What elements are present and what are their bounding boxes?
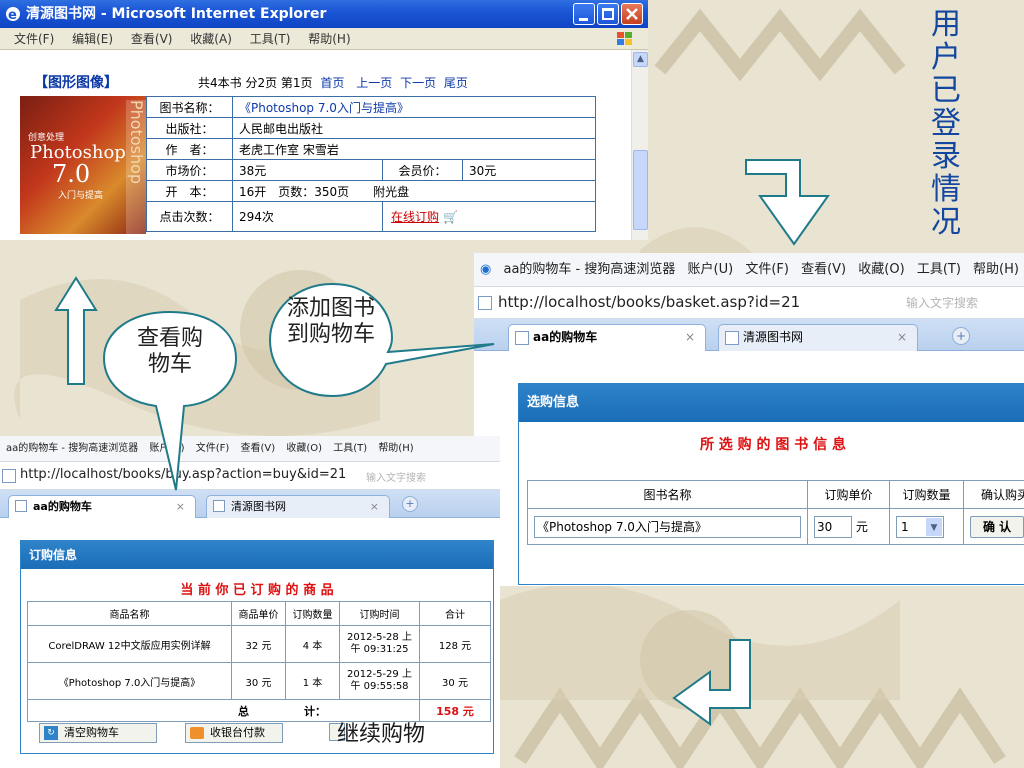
- tab-cart[interactable]: aa的购物车 ×: [508, 324, 706, 351]
- panel-title: 选购信息: [519, 384, 1024, 422]
- order-heading: 当 前 你 已 订 购 的 商 品: [180, 583, 334, 598]
- checkout-button[interactable]: 收银台付款: [185, 723, 283, 743]
- order-panel-title: 订购信息: [21, 541, 493, 569]
- ie-title-bar: e 清源图书网 - Microsoft Internet Explorer: [0, 0, 648, 28]
- tab-close-icon[interactable]: ×: [370, 496, 379, 517]
- quantity-select[interactable]: 1 ▼: [896, 515, 944, 538]
- windows-flag-icon: [617, 32, 632, 45]
- tab-bookstore[interactable]: 清源图书网 ×: [206, 495, 390, 518]
- buy-search-input[interactable]: 输入文字搜索: [366, 469, 426, 484]
- close-button[interactable]: [621, 3, 643, 25]
- callout-add-book: 添加图书到购物车: [286, 296, 375, 347]
- menu-tools[interactable]: 工具(T): [250, 32, 291, 46]
- menu-file[interactable]: 文件(F): [14, 32, 54, 46]
- table-row: 《Photoshop 7.0入门与提高》 30 元1 本 2012-5-29 上午 …: [27, 662, 491, 700]
- basket-address-bar: http://localhost/books/basket.asp?id=21 …: [474, 287, 1024, 319]
- callout-view-cart: 查看购物车: [136, 326, 203, 377]
- basket-menu-bar: ◉ aa的购物车 - 搜狗高速浏览器 账户(U) 文件(F) 查看(V) 收藏(…: [474, 253, 1024, 287]
- menu-view[interactable]: 查看(V): [131, 32, 173, 46]
- basket-window: ◉ aa的购物车 - 搜狗高速浏览器 账户(U) 文件(F) 查看(V) 收藏(…: [474, 253, 1024, 586]
- ie-logo-icon: e: [6, 7, 20, 23]
- pagination-info: 共4本书 分2页 第1页 首页 上一页 下一页 尾页: [198, 76, 468, 90]
- ie-scrollbar[interactable]: ▲: [631, 50, 648, 240]
- tab-close-icon[interactable]: ×: [897, 325, 907, 350]
- basket-table: 图书名称 订购单价 订购数量 确认购买 《Photoshop 7.0入门与提高》 30…: [527, 480, 1024, 545]
- tab-close-icon[interactable]: ×: [176, 496, 185, 517]
- close-icon: [626, 8, 638, 20]
- menu-favorites[interactable]: 收藏(A): [190, 32, 232, 46]
- checkout-icon: [190, 727, 204, 739]
- book-name: 《Photoshop 7.0入门与提高》: [232, 96, 596, 118]
- menu-edit[interactable]: 编辑(E): [72, 32, 113, 46]
- ie-title: 清源图书网 - Microsoft Internet Explorer: [26, 6, 327, 22]
- clear-cart-button[interactable]: ↻ 清空购物车: [39, 723, 157, 743]
- nav-prev[interactable]: 上一页: [356, 76, 392, 90]
- svg-text:e: e: [8, 8, 17, 23]
- scroll-thumb[interactable]: [633, 150, 648, 230]
- maximize-button[interactable]: [597, 3, 619, 25]
- menu-help[interactable]: 帮助(H): [308, 32, 350, 46]
- basket-heading: 所 选 购 的 图 书 信 息: [699, 437, 847, 453]
- basket-search-input[interactable]: 输入文字搜索: [906, 294, 978, 311]
- buy-menu-bar: aa的购物车 - 搜狗高速浏览器 账户(U) 文件(F) 查看(V) 收藏(O)…: [0, 436, 500, 462]
- order-online-link[interactable]: 在线订购: [391, 210, 439, 224]
- book-cover-image[interactable]: 创意处理 Photoshop 7.0 入门与提高 Photoshop: [20, 96, 146, 234]
- book-detail-table: 图书名称： 《Photoshop 7.0入门与提高》 出版社： 人民邮电出版社 作 …: [146, 96, 596, 232]
- basket-panel: 选购信息 所 选 购 的 图 书 信 息 图书名称 订购单价 订购数量 确认购买 《P…: [518, 383, 1024, 585]
- basket-tab-strip: aa的购物车 × 清源图书网 × +: [474, 319, 1024, 351]
- clear-cart-icon: ↻: [44, 726, 58, 740]
- confirm-button[interactable]: 确 认: [970, 515, 1024, 538]
- nav-last[interactable]: 尾页: [444, 76, 468, 90]
- price-field[interactable]: 30: [814, 515, 852, 538]
- order-table: 商品名称 商品单价 订购数量 订购时间 合计 CorelDRAW 12中文版应用实例详解…: [27, 601, 491, 722]
- book-name-field[interactable]: 《Photoshop 7.0入门与提高》: [534, 515, 801, 538]
- chevron-down-icon: ▼: [926, 517, 942, 536]
- up-arrow-icon: [54, 276, 98, 385]
- buy-tab-strip: aa的购物车 × 清源图书网 × +: [0, 490, 500, 518]
- basket-url-input[interactable]: http://localhost/books/basket.asp?id=21: [498, 293, 800, 311]
- nav-first[interactable]: 首页: [320, 76, 344, 90]
- nav-next[interactable]: 下一页: [400, 76, 436, 90]
- minimize-button[interactable]: [573, 3, 595, 25]
- tab-bookstore[interactable]: 清源图书网 ×: [718, 324, 918, 351]
- category-title: 【图形图像】: [34, 75, 118, 91]
- new-tab-button[interactable]: +: [952, 327, 970, 345]
- sogou-logo-icon: ◉: [480, 262, 492, 277]
- scroll-up-icon[interactable]: ▲: [633, 52, 648, 67]
- down-arrow-icon: [745, 159, 830, 246]
- tab-cart[interactable]: aa的购物车 ×: [8, 495, 196, 518]
- side-title: 用户已登录情况: [931, 7, 961, 240]
- new-tab-button[interactable]: +: [402, 496, 418, 512]
- tab-close-icon[interactable]: ×: [685, 325, 695, 350]
- order-total: 158 元: [419, 699, 491, 722]
- ie-window: e 清源图书网 - Microsoft Internet Explorer 文件…: [0, 0, 648, 240]
- cart-icon: 🛒: [443, 210, 458, 224]
- left-arrow-icon: [672, 639, 751, 726]
- buy-address-bar: http://localhost/books/buy.asp?action=bu…: [0, 462, 500, 490]
- continue-shopping-label: 继续购物: [337, 722, 426, 747]
- ie-menu-bar: 文件(F) 编辑(E) 查看(V) 收藏(A) 工具(T) 帮助(H): [0, 28, 648, 50]
- table-row: CorelDRAW 12中文版应用实例详解 32 元4 本 2012-5-28 上午…: [27, 625, 491, 663]
